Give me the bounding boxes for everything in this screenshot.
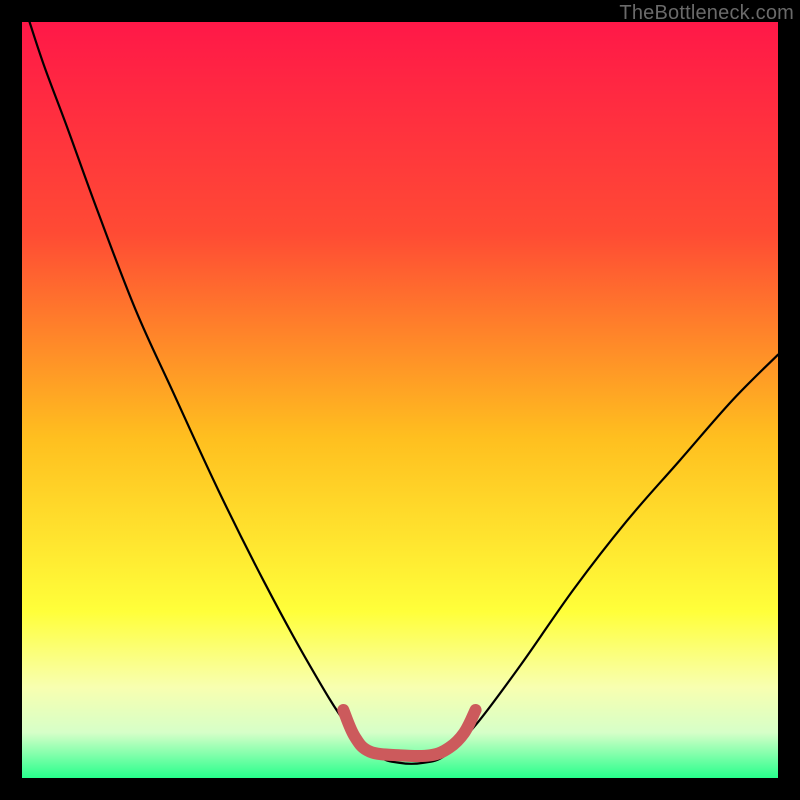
plot-area [22, 22, 778, 778]
chart-svg [22, 22, 778, 778]
gradient-background [22, 22, 778, 778]
chart-frame: TheBottleneck.com [0, 0, 800, 800]
